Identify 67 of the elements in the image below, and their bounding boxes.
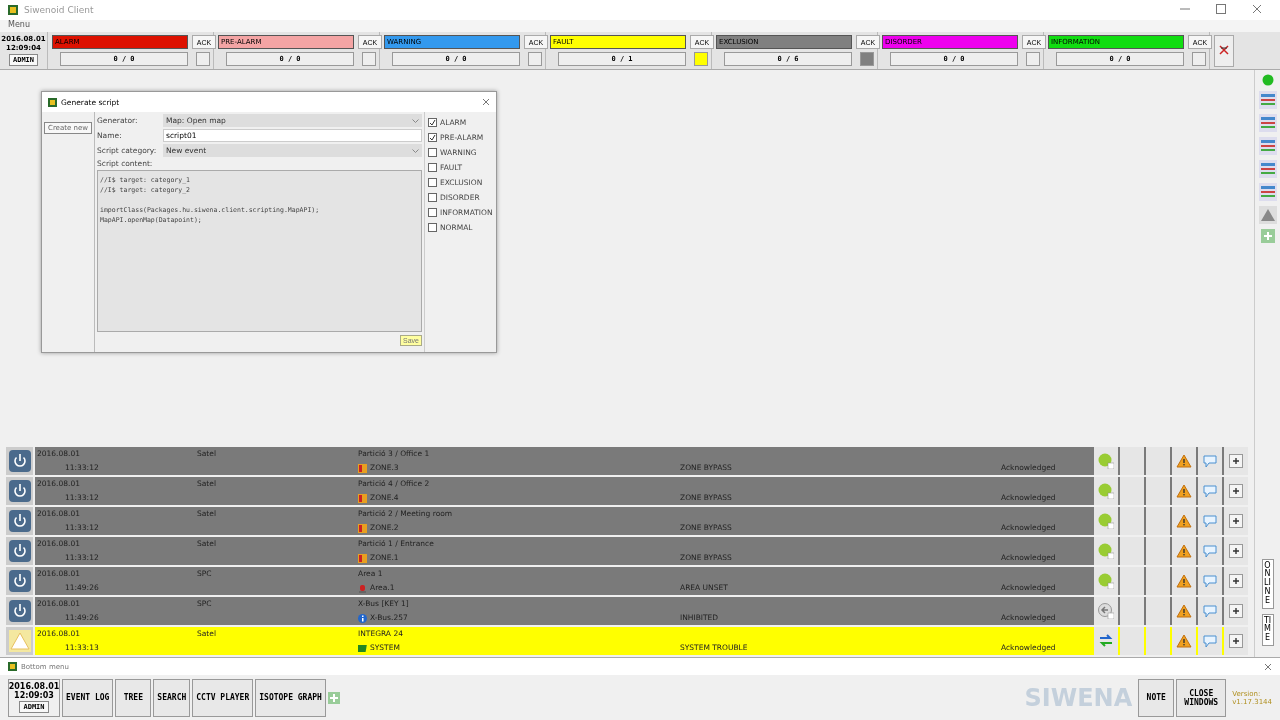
close-icon[interactable] <box>1264 662 1272 671</box>
close-icon[interactable] <box>1252 3 1262 14</box>
close-icon[interactable] <box>482 98 490 106</box>
power-icon[interactable] <box>8 450 31 472</box>
plus-icon[interactable] <box>1229 454 1243 468</box>
power-icon[interactable] <box>8 540 31 562</box>
zone-icon <box>358 523 367 533</box>
note-button[interactable]: NOTE <box>1138 678 1175 717</box>
power-icon[interactable] <box>8 600 31 622</box>
warning-icon[interactable] <box>1176 514 1192 528</box>
checkbox[interactable] <box>428 178 437 187</box>
info-icon <box>358 613 367 623</box>
plus-icon[interactable] <box>1229 544 1243 558</box>
checkbox[interactable] <box>428 208 437 217</box>
board-icon <box>358 643 367 653</box>
siren-icon <box>358 583 367 593</box>
ball-icon <box>1098 453 1114 469</box>
warning-icon[interactable] <box>1176 634 1192 648</box>
power-icon[interactable] <box>8 480 31 502</box>
chevron-icon[interactable] <box>412 148 419 153</box>
plus-icon[interactable] <box>1229 484 1243 498</box>
checkbox[interactable] <box>428 148 437 157</box>
ball-icon <box>1098 543 1114 559</box>
maximize-icon[interactable] <box>1216 3 1226 14</box>
list-icon[interactable] <box>1258 137 1277 155</box>
vertical-tab[interactable]: TIME <box>1261 613 1274 646</box>
checkbox[interactable] <box>428 118 437 127</box>
ball-icon <box>1098 573 1114 589</box>
checkbox[interactable] <box>428 133 437 142</box>
menu-button[interactable]: ISOTOPE GRAPH <box>255 678 326 717</box>
ball-icon <box>1098 513 1114 529</box>
power-icon[interactable] <box>8 570 31 592</box>
date-text: 2016.08.01 <box>8 681 60 691</box>
vertical-tab[interactable]: ON LINE <box>1261 558 1274 609</box>
warning-icon[interactable] <box>1176 544 1192 558</box>
zone-icon <box>358 463 367 473</box>
ball-icon <box>1098 483 1114 499</box>
plus-icon[interactable] <box>1229 604 1243 618</box>
zone-icon <box>358 493 367 503</box>
warning-icon[interactable] <box>1176 454 1192 468</box>
app-icon <box>8 662 17 671</box>
menu-button[interactable]: SEARCH <box>153 678 191 717</box>
warning-icon[interactable] <box>1258 206 1277 224</box>
menu-item[interactable]: Menu <box>0 20 1280 32</box>
app-icon <box>48 97 57 107</box>
chevron-icon[interactable] <box>412 118 419 123</box>
power-icon[interactable] <box>8 510 31 532</box>
cross-icon <box>1218 43 1230 56</box>
menu-button[interactable]: EVENT LOG <box>62 678 114 717</box>
plus-icon[interactable] <box>1229 634 1243 648</box>
menu-button[interactable]: TREE <box>115 678 152 717</box>
window-title: Siwenoid Client <box>24 5 94 15</box>
zone-icon <box>358 553 367 563</box>
warning-icon[interactable] <box>1176 604 1192 618</box>
sync-icon <box>1098 633 1114 649</box>
menu-button[interactable]: CCTV PLAYER <box>192 678 254 717</box>
close-windows-button[interactable]: CLOSE WINDOWS <box>1176 678 1227 717</box>
time-text: 12:09:03 <box>14 690 54 700</box>
warning-icon[interactable] <box>1176 574 1192 588</box>
checkbox[interactable] <box>428 163 437 172</box>
mute-button[interactable] <box>1214 35 1234 67</box>
plus-icon[interactable] <box>1229 514 1243 528</box>
checkbox[interactable] <box>428 193 437 202</box>
app-icon <box>8 5 18 15</box>
plus-icon[interactable] <box>1229 574 1243 588</box>
warning-icon[interactable] <box>1176 484 1192 498</box>
checkbox[interactable] <box>428 223 437 232</box>
